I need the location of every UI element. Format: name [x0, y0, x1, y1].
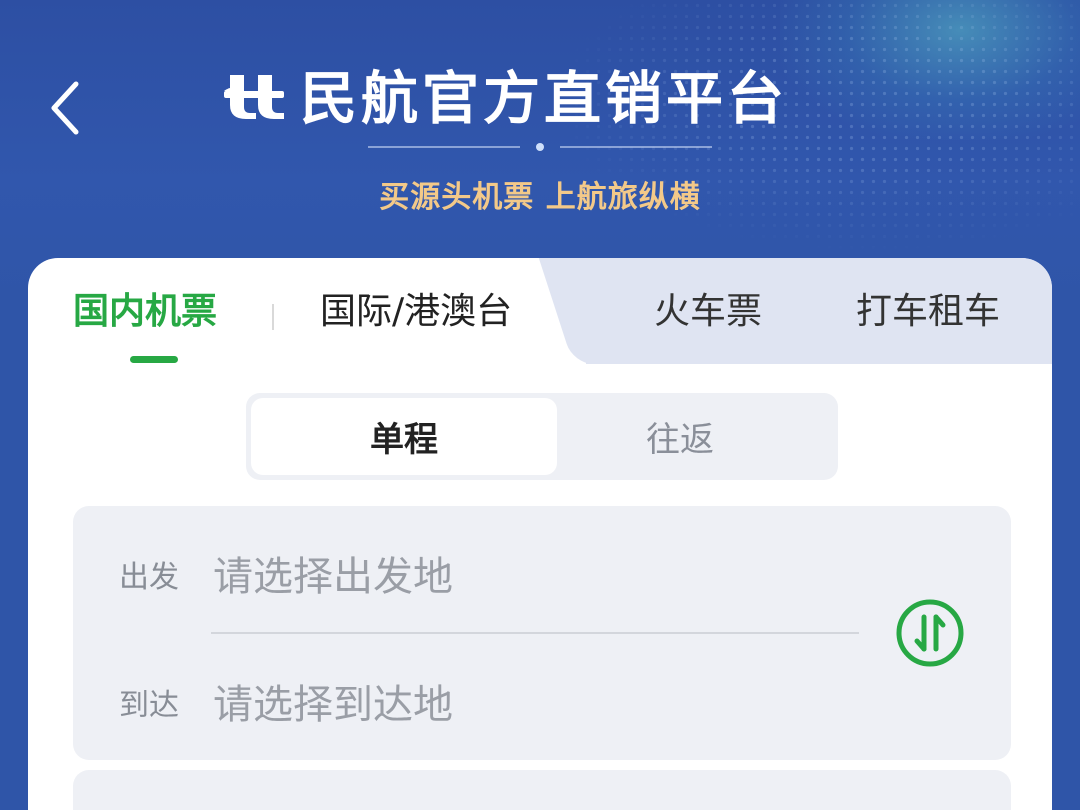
tab-taxi-car-rental[interactable]: 打车租车: [856, 290, 1000, 334]
back-button[interactable]: [40, 78, 90, 138]
departure-label: 出发: [119, 560, 179, 595]
one-way-option[interactable]: 单程: [251, 398, 557, 475]
arrival-label: 到达: [119, 688, 179, 723]
swap-icon: [896, 599, 964, 667]
round-trip-option[interactable]: 往返: [527, 398, 833, 475]
route-divider: [211, 632, 859, 634]
date-selector[interactable]: [73, 770, 1011, 810]
tab-international-flights[interactable]: 国际/港澳台: [320, 290, 512, 334]
page-title: 民航官方直销平台: [300, 66, 788, 132]
departure-input[interactable]: 请选择出发地: [213, 544, 453, 602]
slogan: 买源头机票 上航旅纵横: [379, 180, 701, 215]
tab-separator: [272, 304, 274, 330]
trip-type-toggle: 单程 往返: [246, 393, 838, 480]
title-divider-right: [560, 146, 712, 148]
booking-card: 国内机票 国际/港澳台 火车票 打车租车 单程 往返 出发 请选择出发地 到达 …: [28, 258, 1052, 810]
brand: 民航官方直销平台: [222, 58, 788, 132]
route-selector: 出发 请选择出发地 到达 请选择到达地: [73, 506, 1011, 760]
title-divider-left: [368, 146, 520, 148]
active-tab-indicator: [130, 356, 178, 363]
tab-train-tickets[interactable]: 火车票: [654, 290, 762, 334]
arrival-input[interactable]: 请选择到达地: [213, 672, 453, 730]
tab-domestic-flights[interactable]: 国内机票: [73, 290, 217, 334]
chevron-left-icon: [51, 81, 79, 135]
title-divider-dot: [536, 143, 544, 151]
header-banner: 民航官方直销平台 买源头机票 上航旅纵横: [0, 0, 1080, 300]
swap-button[interactable]: [895, 598, 965, 668]
airline-logo-icon: [224, 75, 284, 119]
